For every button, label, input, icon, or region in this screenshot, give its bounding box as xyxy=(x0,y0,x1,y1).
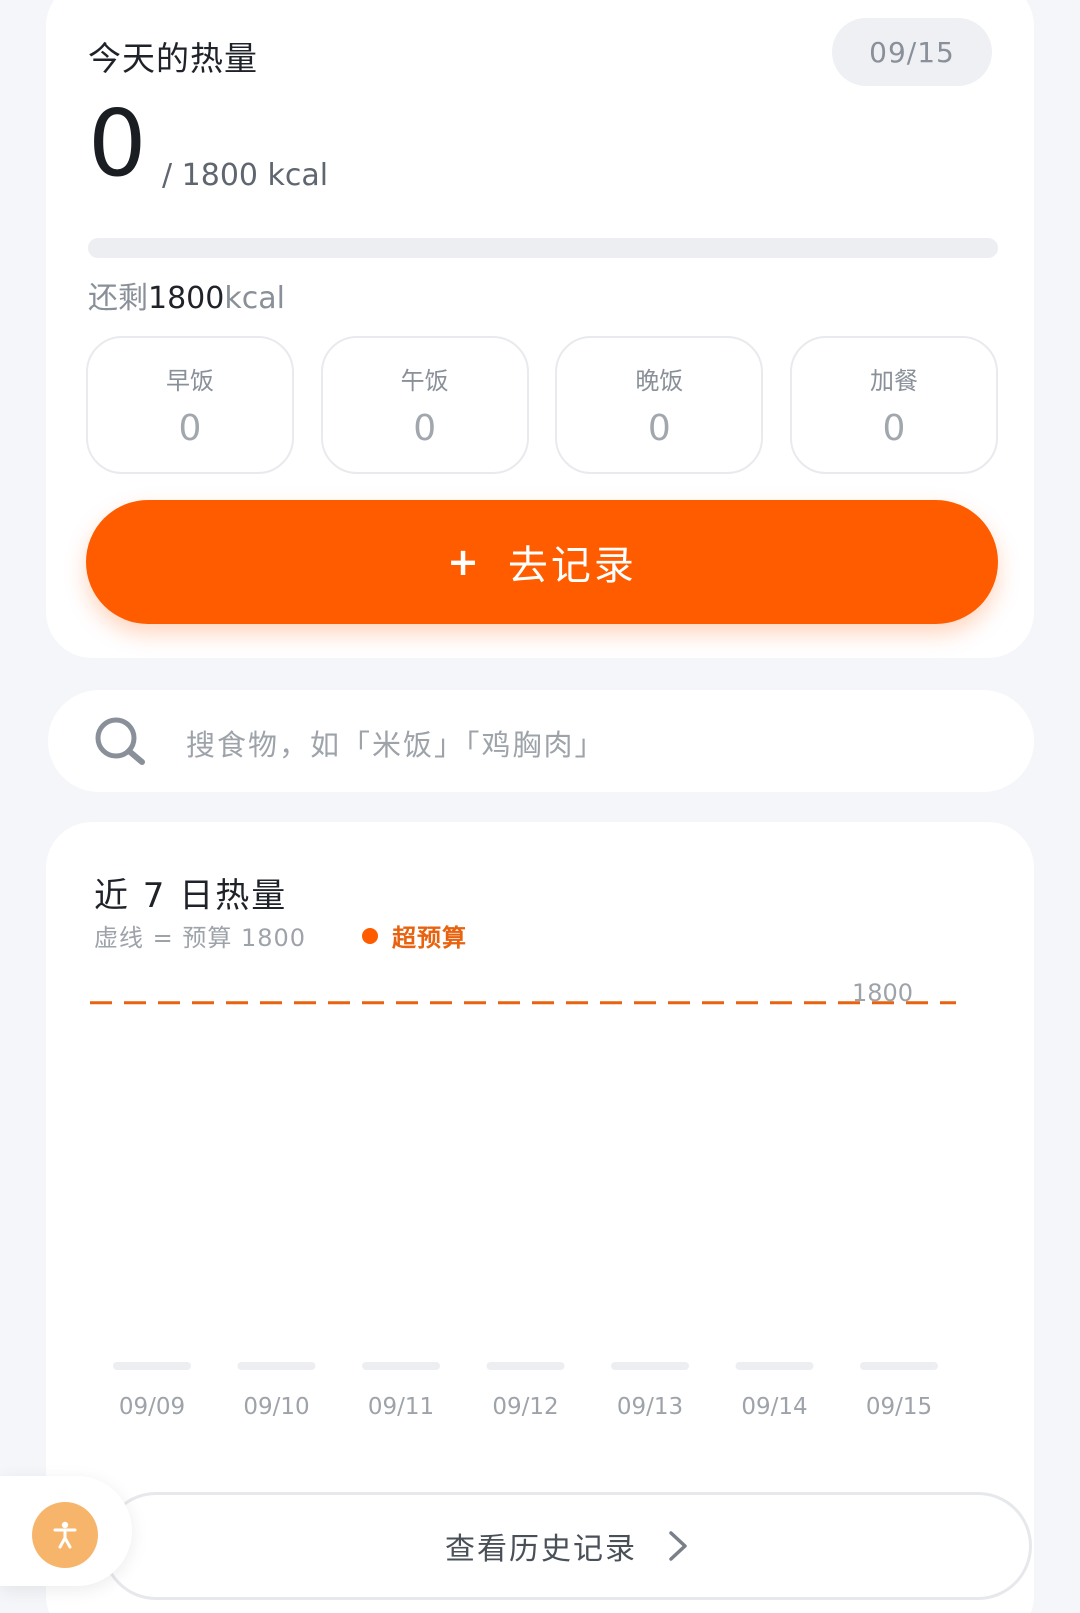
chart-bar-09-09 xyxy=(113,1362,191,1370)
calorie-progress-bar xyxy=(88,238,998,258)
meal-label: 加餐 xyxy=(869,367,918,395)
remaining-calories: 还剩1800kcal xyxy=(88,273,285,317)
chart-bar-09-10 xyxy=(237,1362,316,1370)
meal-dinner[interactable]: 晚饭 0 xyxy=(555,336,764,474)
chart-bar-09-13 xyxy=(611,1362,689,1370)
chart-bar-09-12 xyxy=(486,1362,565,1370)
x-tick-label: 09/09 xyxy=(119,1394,185,1420)
meal-value: 0 xyxy=(413,408,437,449)
x-tick-label: 09/15 xyxy=(866,1394,932,1420)
consumed-calories: 0 xyxy=(88,90,147,197)
meal-label: 早饭 xyxy=(166,367,214,395)
accessibility-button[interactable] xyxy=(32,1502,98,1568)
chevron-right-icon xyxy=(669,1531,687,1561)
meal-lunch[interactable]: 午饭 0 xyxy=(320,336,529,474)
meal-label: 午饭 xyxy=(400,367,449,395)
chart-bar-09-15 xyxy=(860,1362,938,1370)
x-tick-label: 09/11 xyxy=(368,1394,434,1420)
date-selector[interactable]: 09/15 xyxy=(832,18,992,86)
remaining-prefix: 还剩 xyxy=(88,281,148,316)
meal-value: 0 xyxy=(178,408,202,449)
view-history-button[interactable]: 查看历史记录 xyxy=(102,1492,1032,1600)
go-record-button[interactable]: + 去记录 xyxy=(86,500,998,624)
chart-bar-09-11 xyxy=(362,1362,440,1370)
today-calorie-card: 今天的热量 09/15 0 / 1800 kcal 还剩1800kcal 早饭 … xyxy=(46,0,1034,658)
meal-breakfast[interactable]: 早饭 0 xyxy=(86,336,294,474)
meal-value: 0 xyxy=(882,408,906,449)
chart-bar-09-14 xyxy=(735,1362,814,1370)
weekly-calorie-card: 近 7 日热量 虚线 = 预算 1800 超预算 1800 09/09 09/10 0… xyxy=(46,822,1034,1613)
accessibility-icon xyxy=(53,1521,77,1549)
today-title: 今天的热量 xyxy=(88,39,258,78)
remaining-value: 1800 xyxy=(148,281,225,316)
food-search-input[interactable]: 搜食物，如「米饭」「鸡胸肉」 xyxy=(48,690,1034,792)
meal-summary: 早饭 0 午饭 0 晚饭 0 加餐 0 xyxy=(86,336,998,474)
meal-label: 晚饭 xyxy=(635,367,684,395)
remaining-unit: kcal xyxy=(224,281,285,316)
go-record-label: 去记录 xyxy=(507,543,637,589)
budget-line-label: 1800 xyxy=(852,979,913,1007)
plus-icon: + xyxy=(447,540,482,584)
x-tick-label: 09/10 xyxy=(243,1394,309,1420)
meal-value: 0 xyxy=(647,408,671,449)
calorie-budget: / 1800 kcal xyxy=(162,158,329,193)
x-tick-label: 09/12 xyxy=(492,1394,558,1420)
x-tick-label: 09/14 xyxy=(741,1394,807,1420)
floating-accessibility-tab xyxy=(0,1476,132,1586)
view-history-label: 查看历史记录 xyxy=(445,1532,637,1567)
search-icon xyxy=(95,717,145,765)
weekly-calorie-chart: 1800 09/09 09/10 09/11 09/12 09/13 09/14 09/15 xyxy=(90,979,956,1420)
search-placeholder: 搜食物，如「米饭」「鸡胸肉」 xyxy=(186,728,606,762)
meal-snack[interactable]: 加餐 0 xyxy=(789,336,998,474)
x-tick-label: 09/13 xyxy=(617,1394,683,1420)
